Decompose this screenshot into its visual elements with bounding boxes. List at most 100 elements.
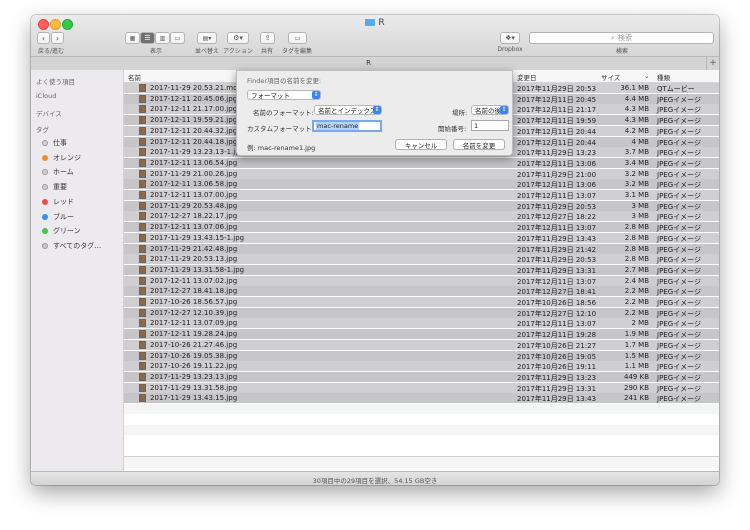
file-size: 1.5 MB — [624, 351, 649, 360]
name-format-popup[interactable]: 名前とインデックス ⇕ — [314, 105, 382, 115]
sidebar-tag-item[interactable]: すべてのタグ… — [42, 241, 101, 251]
custom-format-input[interactable]: mac-rename — [312, 120, 382, 132]
start-number-input[interactable]: 1 — [471, 120, 509, 131]
file-name: 2017-11-29 13.23.13.jpg — [150, 372, 238, 381]
arrange-label: 並べ替え — [194, 48, 219, 55]
table-row[interactable]: 2017-12-11 13.07.09.jpg 2017年12月11日 13:07… — [124, 318, 719, 329]
sidebar-tag-item[interactable]: ブルー — [42, 212, 74, 222]
where-label: 場所: — [452, 109, 468, 117]
file-thumbnail-icon — [139, 394, 146, 403]
rename-mode-popup[interactable]: フォーマット ⇕ — [247, 90, 321, 100]
table-row[interactable]: 2017-11-29 13.31.58-1.jpg 2017年11月29日 13:… — [124, 264, 719, 275]
file-kind: JPEGイメージ — [657, 192, 701, 200]
table-row[interactable]: 2017-12-27 18.41.18.jpg 2017年12月27日 18:41… — [124, 286, 719, 297]
file-kind: JPEGイメージ — [657, 320, 701, 329]
file-name: 2017-12-11 20.44.32.jpg — [150, 126, 238, 135]
sidebar-tag-item[interactable]: レッド — [42, 197, 74, 207]
sidebar-favorites-heading[interactable]: よく使う項目 — [36, 76, 75, 86]
file-name: 2017-12-11 20.45.06.jpg — [150, 94, 238, 103]
sidebar-tag-label: ブルー — [53, 212, 74, 221]
file-name: 2017-12-11 13.07.00.jpg — [150, 191, 238, 199]
table-row[interactable]: 2017-12-11 13.07.02.jpg 2017年12月11日 13:07… — [124, 275, 719, 286]
chevron-right-icon: › — [55, 33, 60, 43]
action-button[interactable]: ⚙▾ — [227, 32, 249, 44]
column-kind[interactable]: 種類 — [657, 72, 670, 82]
where-popup[interactable]: 名前の後 ⇕ — [471, 105, 509, 115]
tab-bar: R + — [31, 57, 719, 71]
file-modified: 2017年10月26日 19:05 — [517, 352, 597, 361]
table-row[interactable]: 2017-12-27 12.10.39.jpg 2017年12月27日 12:10… — [124, 307, 719, 318]
add-tab-button[interactable]: + — [706, 57, 719, 70]
custom-format-label: カスタムフォーマット: — [247, 125, 314, 133]
table-row[interactable]: 2017-12-27 18.22.17.jpg 2017年12月27日 18:22… — [124, 211, 719, 222]
path-bar[interactable] — [124, 456, 719, 468]
column-modified[interactable]: 変更日 — [517, 72, 537, 82]
column-name[interactable]: 名前 — [128, 72, 141, 82]
coverflow-view-button[interactable]: ▭ — [170, 32, 185, 44]
table-row[interactable]: 2017-10-26 18.56.57.jpg 2017年10月26日 18:56… — [124, 297, 719, 307]
sidebar-tags-heading[interactable]: タグ — [36, 124, 49, 134]
file-name: 2017-11-29 21.42.48.jpg — [150, 244, 238, 253]
file-modified: 2017年10月26日 18:56 — [517, 299, 597, 307]
action-label: アクション — [223, 48, 253, 55]
table-row[interactable]: 2017-11-29 13.43.15-1.jpg 2017年11月29日 13:… — [124, 232, 719, 243]
table-row[interactable]: 2017-10-26 19.11.22.jpg 2017年10月26日 19:11… — [124, 361, 719, 372]
table-row[interactable]: 2017-12-11 13.07.00.jpg 2017年12月11日 13:07… — [124, 190, 719, 200]
table-row[interactable]: 2017-11-29 20.53.48.jpg 2017年11月29日 20:53… — [124, 200, 719, 211]
file-modified: 2017年12月11日 13:07 — [517, 320, 597, 329]
file-thumbnail-icon — [139, 223, 146, 232]
rename-button[interactable]: 名前を変更 — [453, 139, 505, 150]
sidebar-tag-item[interactable]: 重要 — [42, 182, 67, 192]
cancel-button[interactable]: キャンセル — [395, 139, 447, 150]
sidebar-tag-item[interactable]: 仕事 — [42, 138, 67, 148]
search-field[interactable]: ⌕ 検索 — [529, 32, 714, 44]
edit-tags-button[interactable]: ▭ — [288, 32, 307, 44]
file-kind: JPEGイメージ — [657, 159, 701, 168]
sidebar-tag-item[interactable]: ホーム — [42, 167, 74, 177]
share-icon: ⇪ — [264, 34, 271, 42]
file-kind: JPEGイメージ — [657, 373, 701, 382]
table-row[interactable]: 2017-11-29 13.31.58.jpg 2017年11月29日 13:31… — [124, 382, 719, 393]
file-name: 2017-11-29 21.00.26.jpg — [150, 169, 238, 178]
arrange-button[interactable]: ▤▾ — [197, 32, 217, 44]
back-button[interactable]: ‹ — [37, 32, 50, 44]
table-row[interactable]: 2017-10-26 19.05.38.jpg 2017年10月26日 19:05… — [124, 350, 719, 361]
file-kind: JPEGイメージ — [657, 245, 701, 254]
share-button[interactable]: ⇪ — [260, 32, 275, 44]
table-row[interactable]: 2017-11-29 21.00.26.jpg 2017年11月29日 21:00… — [124, 168, 719, 179]
where-value: 名前の後 — [475, 107, 501, 115]
column-view-button[interactable]: ▥ — [155, 32, 170, 44]
table-row[interactable]: 2017-12-11 13.06.58.jpg 2017年12月11日 13:06… — [124, 179, 719, 190]
file-name: 2017-12-11 19.28.24.jpg — [150, 330, 238, 339]
table-row[interactable]: 2017-12-11 19.28.24.jpg 2017年12月11日 19:28… — [124, 329, 719, 340]
table-row[interactable]: 2017-10-26 21.27.46.jpg 2017年10月26日 21:27… — [124, 339, 719, 350]
file-kind: JPEGイメージ — [657, 202, 701, 211]
forward-button[interactable]: › — [51, 32, 64, 44]
empty-row — [124, 404, 719, 414]
list-view-button[interactable]: ☰ — [140, 32, 155, 44]
sidebar-tag-item[interactable]: オレンジ — [42, 153, 81, 163]
file-thumbnail-icon — [139, 105, 146, 114]
file-size: 2.8 MB — [624, 223, 649, 232]
file-name: 2017-12-27 12.10.39.jpg — [150, 308, 238, 317]
table-row[interactable]: 2017-12-11 13.07.06.jpg 2017年12月11日 13:07… — [124, 222, 719, 233]
tab-title[interactable]: R — [31, 59, 706, 67]
tag-color-icon — [42, 228, 48, 235]
icon-view-button[interactable]: ▦ — [125, 32, 140, 44]
popup-arrow-icon: ⇕ — [373, 106, 381, 114]
file-name: 2017-10-26 18.56.57.jpg — [150, 298, 238, 306]
table-row[interactable]: 2017-11-29 20.53.13.jpg 2017年11月29日 20:53… — [124, 254, 719, 265]
table-row[interactable]: 2017-12-11 13.06.54.jpg 2017年12月11日 13:06… — [124, 157, 719, 168]
file-name: 2017-11-29 13.31.58-1.jpg — [150, 265, 245, 274]
sidebar-icloud-heading[interactable]: iCloud — [36, 92, 56, 100]
sidebar-devices-heading[interactable]: デバイス — [36, 108, 62, 118]
table-row[interactable]: 2017-11-29 13.43.15.jpg 2017年11月29日 13:43… — [124, 393, 719, 404]
file-name: 2017-12-27 18.22.17.jpg — [150, 212, 238, 221]
sidebar-tag-item[interactable]: グリーン — [42, 226, 81, 236]
file-thumbnail-icon — [139, 94, 146, 103]
dropbox-button[interactable]: ❖▾ — [500, 32, 520, 44]
table-row[interactable]: 2017-11-29 21.42.48.jpg 2017年11月29日 21:42… — [124, 243, 719, 254]
search-placeholder: 検索 — [617, 34, 632, 42]
column-size[interactable]: サイズ — [601, 72, 620, 82]
table-row[interactable]: 2017-11-29 13.23.13.jpg 2017年11月29日 13:23… — [124, 371, 719, 382]
